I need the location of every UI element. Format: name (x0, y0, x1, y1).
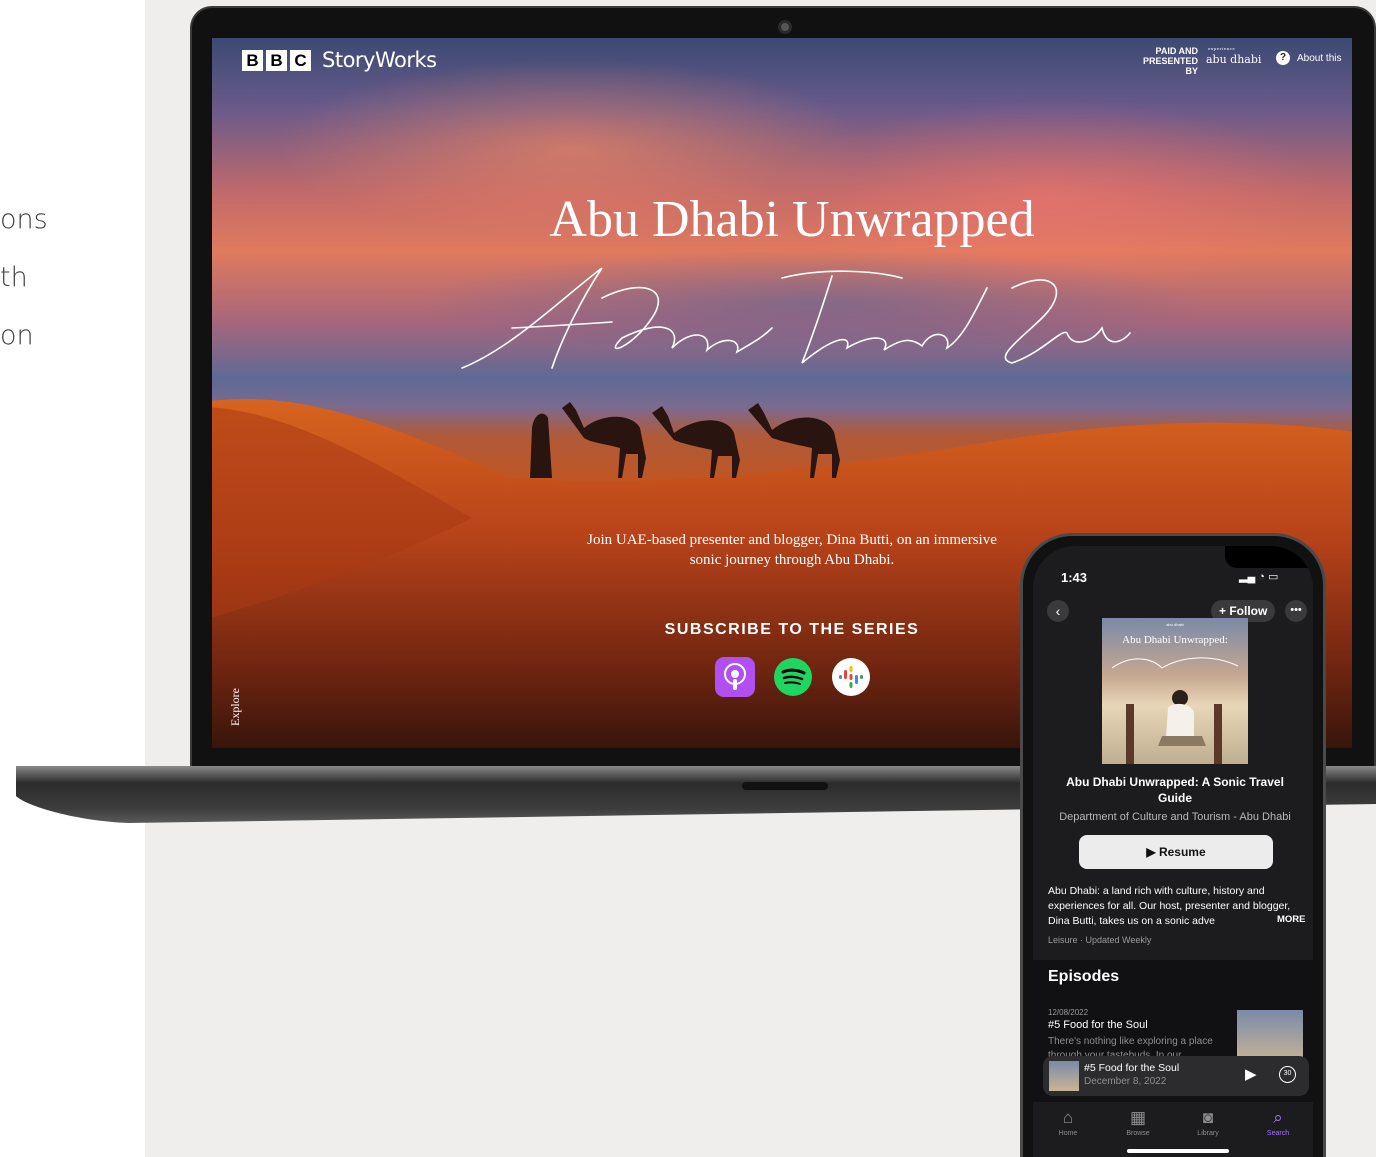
camel-caravan-image (530, 402, 840, 478)
subscribe-platforms (715, 657, 871, 697)
status-time: 1:43 (1061, 570, 1088, 585)
search-icon: ⌕ (1273, 1108, 1283, 1127)
phone: 1:43 ▂▄ ◔ ▭ ‹ + Follow ••• abu dhabi Abu… (1020, 533, 1326, 1157)
tab-label: Library (1197, 1130, 1219, 1137)
now-playing-date: December 8, 2022 (1084, 1076, 1167, 1087)
partner-name: abu dhabi (1206, 53, 1262, 66)
home-indicator[interactable] (1127, 1149, 1229, 1153)
paid-label: PAID AND PRESENTED BY (1142, 46, 1198, 76)
hero-description: Join UAE-based presenter and blogger, Di… (587, 532, 997, 568)
bbc-logo-box: B (242, 49, 263, 71)
play-icon[interactable]: ▶ (1245, 1065, 1257, 1083)
help-circle-icon: ? (1276, 51, 1290, 65)
about-button[interactable]: ? About this (1276, 51, 1341, 65)
cropped-text-line-1: ons (0, 204, 48, 235)
dynamic-island (1225, 546, 1313, 568)
partner-tagline: experience (1208, 46, 1236, 51)
episode-date: 12/08/2022 (1048, 1008, 1089, 1017)
more-button[interactable]: MORE (1275, 914, 1306, 925)
webcam-icon (778, 20, 792, 34)
about-label: About this (1297, 52, 1342, 64)
cropped-text-line-2: th (0, 262, 28, 293)
podcast-cover-art: abu dhabi Abu Dhabi Unwrapped: (1102, 618, 1248, 764)
tab-search[interactable]: ⌕ Search (1248, 1102, 1308, 1157)
podcast-description: Abu Dhabi: a land rich with culture, his… (1048, 885, 1291, 927)
mini-player[interactable]: #5 Food for the Soul December 8, 2022 ▶ … (1043, 1056, 1309, 1096)
chevron-left-icon[interactable]: ‹ (1047, 600, 1069, 622)
google-podcasts-icon[interactable] (831, 657, 871, 697)
resume-button[interactable]: ▶ Resume (1079, 835, 1273, 869)
ellipsis-icon[interactable]: ••• (1285, 600, 1307, 622)
tab-home[interactable]: ⌂ Home (1038, 1102, 1098, 1157)
tab-label: Search (1266, 1130, 1290, 1137)
now-playing-title: #5 Food for the Soul (1084, 1062, 1180, 1074)
bbc-logo-box: C (290, 49, 311, 71)
signal-wifi-battery-icon: ▂▄ ◔ ▭ (1239, 571, 1279, 583)
library-icon: ◙ (1202, 1108, 1214, 1127)
grid-icon: ▦ (1129, 1108, 1147, 1127)
home-icon: ⌂ (1062, 1108, 1074, 1127)
partner-logo[interactable]: experience abu dhabi (1206, 46, 1262, 66)
bbc-logo-box: B (266, 49, 287, 71)
podcast-author[interactable]: Department of Culture and Tourism - Abu … (1047, 811, 1303, 823)
hero-title: Abu Dhabi Unwrapped (549, 191, 1035, 248)
cover-photo (1111, 657, 1239, 764)
episodes-heading[interactable]: Episodes (1048, 968, 1119, 986)
episode-title[interactable]: #5 Food for the Soul (1048, 1019, 1148, 1031)
left-panel: ons th on (0, 0, 145, 1157)
skip-forward-icon[interactable]: 30 (1279, 1066, 1296, 1083)
now-playing-thumbnail (1049, 1061, 1079, 1091)
brand-name: StoryWorks (322, 48, 437, 72)
tab-label: Home (1058, 1130, 1078, 1137)
podcast-genre: Leisure · Updated Weekly (1048, 935, 1152, 945)
apple-podcasts-icon[interactable] (715, 657, 755, 697)
cropped-text-line-3: on (0, 320, 34, 351)
podcast-app-screen: 1:43 ▂▄ ◔ ▭ ‹ + Follow ••• abu dhabi Abu… (1033, 546, 1313, 1157)
spotify-icon[interactable] (773, 657, 813, 697)
tab-label: Browse (1126, 1130, 1150, 1137)
podcast-title: Abu Dhabi Unwrapped: A Sonic Travel Guid… (1066, 775, 1284, 805)
bbc-storyworks-logo[interactable]: B B C StoryWorks (242, 48, 437, 72)
hero-script-title (461, 267, 1131, 369)
explore-link[interactable]: Explore (228, 688, 243, 726)
